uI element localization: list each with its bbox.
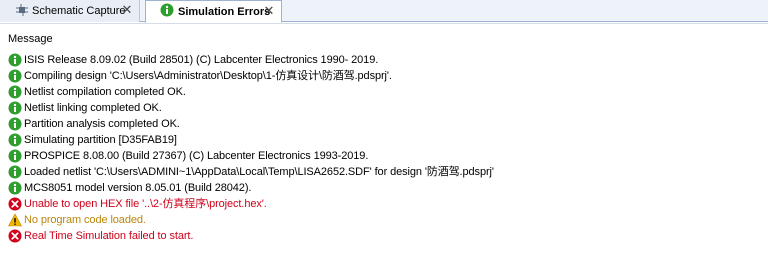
- message-row[interactable]: ISIS Release 8.09.02 (Build 28501) (C) L…: [8, 52, 758, 68]
- message-row[interactable]: Loaded netlist 'C:\Users\ADMINI~1\AppDat…: [8, 164, 758, 180]
- info-icon: [8, 165, 24, 179]
- info-icon: [8, 85, 24, 99]
- message-row[interactable]: Compiling design 'C:\Users\Administrator…: [8, 68, 758, 84]
- message-text: Loaded netlist 'C:\Users\ADMINI~1\AppDat…: [24, 166, 494, 178]
- error-icon: [8, 229, 24, 243]
- message-row[interactable]: Simulating partition [D35FAB19]: [8, 132, 758, 148]
- info-icon: [8, 101, 24, 115]
- message-text: Partition analysis completed OK.: [24, 118, 180, 130]
- error-icon: [8, 197, 24, 211]
- message-text: ISIS Release 8.09.02 (Build 28501) (C) L…: [24, 54, 379, 66]
- message-row[interactable]: Unable to open HEX file '..\2-仿真程序\proje…: [8, 196, 758, 212]
- message-row[interactable]: MCS8051 model version 8.05.01 (Build 280…: [8, 180, 758, 196]
- column-header-message[interactable]: Message: [8, 33, 53, 45]
- tab-bar: Schematic Capture ✕ Simulation Errors ✕: [0, 0, 768, 23]
- info-icon: [160, 3, 174, 20]
- message-text: Netlist compilation completed OK.: [24, 86, 186, 98]
- info-icon: [8, 181, 24, 195]
- close-icon[interactable]: ✕: [263, 4, 275, 17]
- message-text: Unable to open HEX file '..\2-仿真程序\proje…: [24, 198, 267, 210]
- message-row[interactable]: Real Time Simulation failed to start.: [8, 228, 758, 244]
- message-text: Real Time Simulation failed to start.: [24, 230, 194, 242]
- message-row[interactable]: Partition analysis completed OK.: [8, 116, 758, 132]
- message-text: Netlist linking completed OK.: [24, 102, 162, 114]
- info-icon: [8, 149, 24, 163]
- message-row[interactable]: No program code loaded.: [8, 212, 758, 228]
- messages-panel: Message ISIS Release 8.09.02 (Build 2850…: [0, 23, 768, 261]
- message-text: No program code loaded.: [24, 214, 146, 226]
- tab-simulation-errors[interactable]: Simulation Errors ✕: [145, 0, 282, 23]
- warning-icon: [8, 213, 24, 227]
- info-icon: [8, 69, 24, 83]
- message-row[interactable]: Netlist compilation completed OK.: [8, 84, 758, 100]
- message-row[interactable]: PROSPICE 8.08.00 (Build 27367) (C) Labce…: [8, 148, 758, 164]
- message-row[interactable]: Netlist linking completed OK.: [8, 100, 758, 116]
- tab-label: Schematic Capture: [32, 5, 126, 17]
- message-text: Simulating partition [D35FAB19]: [24, 134, 177, 146]
- info-icon: [8, 133, 24, 147]
- info-icon: [8, 53, 24, 67]
- message-text: MCS8051 model version 8.05.01 (Build 280…: [24, 182, 252, 194]
- schematic-icon: [16, 3, 28, 19]
- info-icon: [8, 117, 24, 131]
- close-icon[interactable]: ✕: [121, 3, 133, 16]
- message-list: ISIS Release 8.09.02 (Build 28501) (C) L…: [8, 52, 758, 244]
- tab-schematic-capture[interactable]: Schematic Capture ✕: [0, 0, 140, 22]
- message-text: PROSPICE 8.08.00 (Build 27367) (C) Labce…: [24, 150, 369, 162]
- tab-label: Simulation Errors: [178, 5, 271, 18]
- message-text: Compiling design 'C:\Users\Administrator…: [24, 70, 392, 82]
